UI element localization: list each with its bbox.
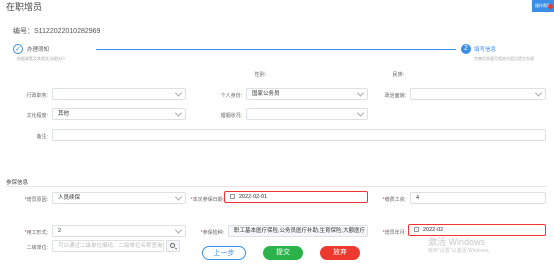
step-progress-line: [96, 49, 456, 50]
step-1-subtitle: 依据政策及其相关法规执行: [17, 56, 65, 61]
position-label: 行政职务:: [26, 93, 48, 99]
second-unit-input[interactable]: 可以通过二级单位编码、二级单位名称查询: [52, 240, 164, 252]
political-label: 政治面貌:: [384, 93, 406, 99]
position-select[interactable]: [52, 88, 186, 100]
insurance-types-field[interactable]: 职工基本医疗保险,公务员医疗补助,生育保险,大额医疗: [228, 225, 368, 237]
chevron-down-icon: [356, 89, 365, 97]
abandon-button[interactable]: 放弃: [320, 246, 360, 260]
step-2-title: 填写信息: [474, 47, 497, 53]
this-date-picker[interactable]: 2022-02-01: [224, 191, 368, 203]
section-divider: [6, 186, 546, 187]
ethnicity-label: 民族:: [392, 72, 404, 78]
increase-month-label: *增员年月:: [382, 230, 406, 236]
second-unit-label: 二级单位:: [26, 245, 48, 251]
insurance-section-title: 参保信息: [6, 180, 29, 186]
prev-step-button[interactable]: 上一步: [202, 246, 246, 260]
marital-select[interactable]: [246, 108, 368, 120]
chevron-down-icon: [534, 89, 543, 97]
identity-select[interactable]: 国家公务员: [246, 88, 368, 100]
notification-dot: [548, 4, 553, 9]
wage-input[interactable]: 4: [410, 192, 546, 204]
calendar-icon: [414, 227, 419, 232]
step-2-subtitle: 完善信息填写相关内容后提交办理: [474, 56, 534, 61]
gender-label: 性别:: [254, 72, 266, 78]
chevron-down-icon: [356, 109, 365, 117]
second-unit-search-button[interactable]: [166, 240, 180, 252]
submit-button[interactable]: 提交: [263, 246, 303, 260]
chevron-down-icon: [174, 226, 183, 234]
identity-label: 个人身份:: [220, 93, 242, 99]
remark-input[interactable]: [52, 129, 546, 141]
education-select[interactable]: 其他: [52, 108, 186, 120]
chevron-down-icon: [174, 89, 183, 97]
serial-number: 编号：S1122022010282969: [13, 28, 101, 35]
page-title: 在职增员: [6, 2, 43, 12]
marital-label: 婚姻状况:: [220, 113, 242, 119]
step-2-icon: 2: [461, 44, 471, 54]
remark-label: 备注:: [36, 134, 48, 140]
worker-type-select[interactable]: 2: [52, 225, 186, 237]
education-label: 文化程度:: [26, 113, 48, 119]
chevron-down-icon: [174, 109, 183, 117]
political-select[interactable]: [410, 88, 546, 100]
types-label: *参保险种:: [200, 230, 224, 236]
wage-label: *缴费工资:: [382, 197, 406, 203]
step-1-title: 办理须知: [27, 47, 50, 53]
this-date-label: *本次参保日期:: [190, 197, 224, 203]
calendar-icon: [230, 194, 235, 199]
reason-select[interactable]: 人员续保: [52, 192, 186, 204]
chevron-down-icon: [174, 193, 183, 201]
worker-type-label: *用工形式:: [24, 230, 48, 236]
step-1-check-icon: ✓: [13, 44, 23, 54]
search-icon: [170, 243, 175, 248]
reason-label: *增员原因:: [24, 197, 48, 203]
windows-watermark-subtitle: 转到"设置"以激活 Windows。: [428, 248, 494, 254]
